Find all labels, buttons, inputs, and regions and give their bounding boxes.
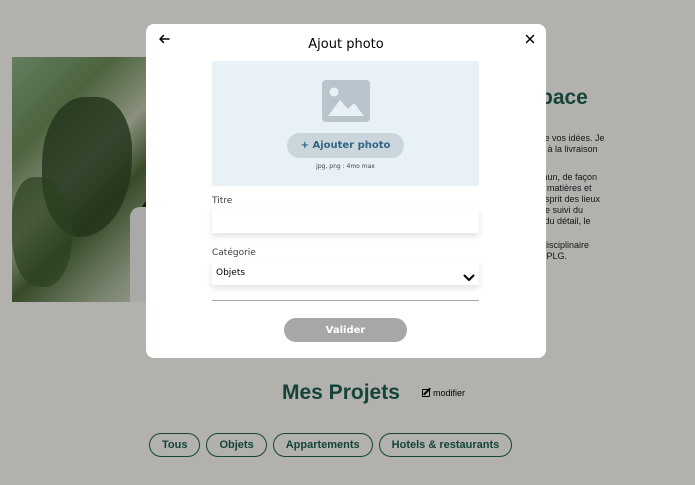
image-icon [320, 78, 372, 124]
category-selected-value: Objets [216, 268, 246, 278]
category-select[interactable]: Objets [212, 261, 479, 285]
title-input[interactable] [212, 209, 479, 233]
form-divider [212, 300, 479, 301]
title-field-label: Titre [212, 196, 233, 206]
submit-button[interactable]: Valider [284, 318, 407, 342]
modal-title: Ajout photo [308, 37, 384, 52]
photo-upload-zone[interactable]: + Ajouter photo jpg, png : 4mo max [212, 61, 479, 186]
add-photo-modal: Ajout photo + Ajouter photo jpg, png : 4… [146, 24, 546, 358]
upload-format-hint: jpg, png : 4mo max [316, 163, 375, 170]
chevron-down-icon [463, 268, 475, 281]
category-field-label: Catégorie [212, 248, 256, 258]
add-photo-button[interactable]: + Ajouter photo [287, 133, 404, 158]
